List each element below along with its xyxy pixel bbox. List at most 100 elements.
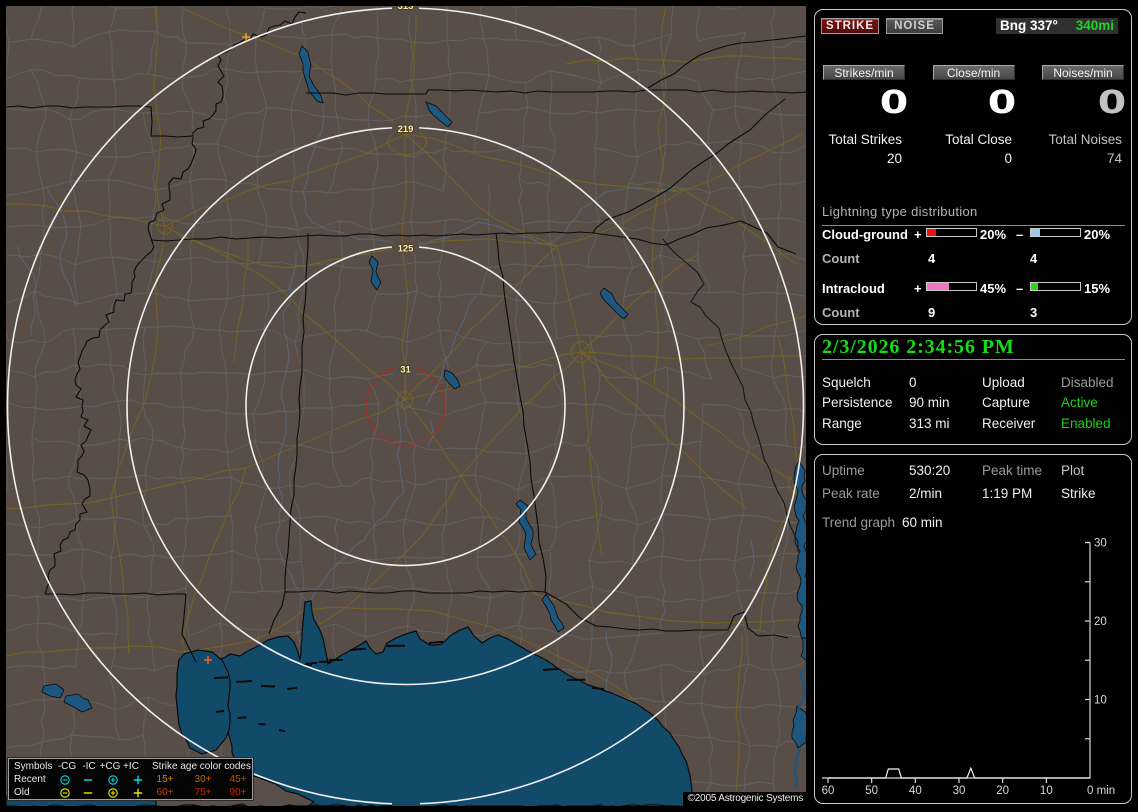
cg-plus-pct: 20% (980, 227, 1007, 242)
total-close-label: Total Close (945, 132, 1012, 147)
age-code: 30+ (194, 774, 212, 785)
total-strikes-label: Total Strikes (828, 132, 902, 147)
bearing-range-value: 340mi (1075, 18, 1114, 33)
legend-age-title: Strike age color codes (152, 761, 251, 772)
pos-ic-old-icon (133, 788, 143, 798)
ring-label: 125 (398, 244, 415, 255)
x-tick-label: 0 min (1087, 785, 1115, 797)
minus-sign: – (1016, 227, 1024, 242)
noise-mode-button[interactable]: NOISE (886, 18, 943, 34)
y-tick-label: 10 (1094, 695, 1107, 707)
ic-plus-bar (925, 281, 977, 291)
ic-minus-bar (1029, 281, 1081, 291)
ring-label: 31 (400, 365, 411, 376)
persistence-label: Persistence (822, 395, 893, 410)
ic-minus-count: 3 (1030, 305, 1038, 320)
cg-minus-count: 4 (1030, 251, 1038, 266)
ic-minus-bar-fill (1030, 282, 1038, 290)
pos-cg-recent (107, 774, 119, 788)
trend-axes (822, 541, 1091, 779)
squelch-value: 0 (909, 374, 917, 390)
bearing-value: Bng 337° (1000, 18, 1058, 33)
neg-cg-recent-icon (60, 775, 70, 785)
x-tick-label: 50 (865, 785, 878, 797)
intracloud-count-row: Count 9 3 (822, 305, 1127, 320)
pos-ic-recent (132, 774, 144, 788)
plus-sign: + (914, 227, 922, 242)
map-svg: 219 125 31 (6, 6, 806, 806)
status-trend-panel: Uptime 530:20 Peak time Plot Peak rate 2… (814, 454, 1132, 804)
neg-cg-recent (59, 774, 71, 788)
pos-cg-recent-icon (108, 775, 118, 785)
ring-label-gap-bottom (392, 799, 420, 806)
close-per-min-button[interactable]: Close/min (932, 65, 1015, 80)
noises-per-min-button[interactable]: Noises/min (1042, 65, 1124, 80)
cg-minus-bar (1029, 227, 1081, 237)
y-tick-label: 20 (1094, 616, 1107, 628)
squelch-label: Squelch (822, 374, 871, 390)
upload-status: Disabled (1061, 374, 1114, 390)
age-code: 75+ (194, 787, 212, 798)
x-tick-label: 20 (996, 785, 1009, 797)
age-code: 60+ (156, 787, 174, 798)
range-label: Range (822, 415, 862, 431)
total-noises-label: Total Noises (1048, 132, 1122, 147)
cg-minus-bar-fill (1030, 228, 1041, 236)
receiver-label: Receiver (982, 415, 1036, 431)
plus-sign: + (914, 281, 922, 296)
bearing-readout: Bng 337° 340mi (996, 18, 1118, 34)
cg-minus-pct: 20% (1084, 227, 1111, 242)
ring-label: 313 (397, 6, 414, 12)
x-tick-label: 10 (1040, 785, 1053, 797)
neg-ic-old-icon (83, 792, 93, 794)
copyright-text: ©2005 Astrogenic Systems (687, 793, 804, 804)
distribution-title: Lightning type distribution (822, 204, 1125, 226)
capture-label: Capture (982, 395, 1031, 410)
cg-plus-bar (925, 227, 977, 237)
x-tick-label: 60 (822, 785, 835, 797)
pos-ic-old (132, 787, 144, 801)
cloud-ground-label: Cloud-ground (822, 227, 908, 242)
symbol-stroke (110, 790, 116, 796)
legend-symbols-label: Symbols (14, 761, 53, 772)
cg-plus-count: 4 (928, 251, 936, 266)
legend-col-neg-cg: -CG (57, 761, 77, 772)
intracloud-row: Intracloud + 45% – 15% (822, 281, 1127, 296)
symbols-legend: Symbols -CG -IC +CG +IC Strike age color… (8, 758, 253, 800)
symbol-stroke (133, 775, 143, 785)
date-time: 2/3/2026 2:34:56 PM (822, 337, 1125, 360)
map-area[interactable]: 219 125 31 Symbols -CG -IC +CG +IC Strik… (6, 6, 806, 806)
ring-label: 219 (398, 124, 414, 135)
ic-plus-count: 9 (928, 305, 936, 320)
upload-label: Upload (982, 374, 1025, 390)
receiver-status: Enabled (1061, 415, 1111, 431)
cloud-ground-count-row: Count 4 4 (822, 251, 1127, 266)
capture-status: Active (1061, 395, 1098, 410)
legend-col-pos-cg: +CG (99, 761, 121, 772)
intracloud-label: Intracloud (822, 281, 885, 296)
x-tick-label: 30 (953, 785, 966, 797)
legend-old-label: Old (14, 787, 30, 798)
neg-ic-recent-icon (83, 779, 93, 781)
total-noises-value: 74 (1106, 151, 1122, 166)
symbol-stroke (110, 777, 116, 783)
age-code: 45+ (229, 774, 247, 785)
ic-plus-bar-fill (926, 282, 949, 290)
neg-ic-recent (82, 774, 94, 788)
x-tick-label: 40 (909, 785, 922, 797)
y-tick-label: 30 (1094, 538, 1107, 550)
strikes-per-min-button[interactable]: Strikes/min (823, 65, 905, 80)
minus-sign: – (1016, 281, 1024, 296)
strike-mode-button[interactable]: STRIKE (821, 18, 879, 34)
neg-ic-old (82, 787, 94, 801)
noises-per-min-value: 0 (1097, 83, 1127, 121)
count-label: Count (822, 251, 860, 266)
pos-cg-old-icon (108, 788, 118, 798)
ic-plus-pct: 45% (980, 281, 1007, 296)
range-value: 313 mi (909, 415, 950, 431)
legend-col-pos-ic: +IC (123, 761, 139, 772)
trend-chart: 10 20 30 60 50 40 30 20 10 0 min (822, 538, 1116, 798)
legend-col-neg-ic: -IC (82, 761, 96, 772)
count-label: Count (822, 305, 860, 320)
neg-cg-old (59, 787, 71, 801)
